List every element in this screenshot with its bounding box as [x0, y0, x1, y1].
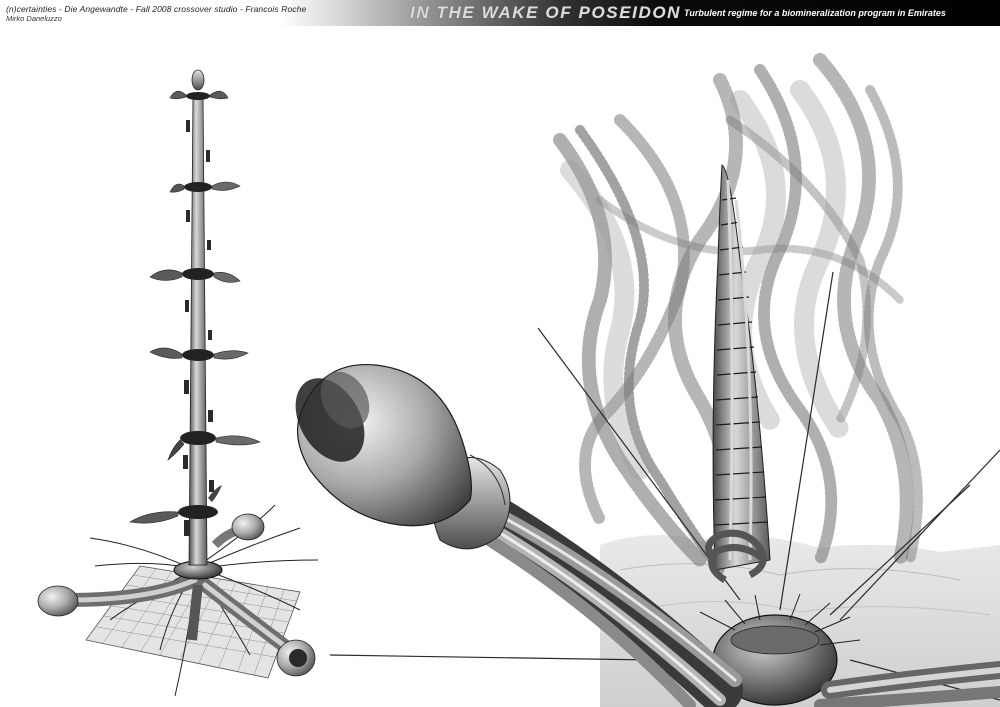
left-leg-bell	[37, 585, 79, 617]
tower-top-finial	[191, 69, 205, 91]
closeup-render	[295, 53, 1000, 707]
central-spire	[712, 164, 771, 571]
arm-pod	[231, 513, 265, 541]
tower-render	[37, 69, 319, 697]
render-scene	[37, 53, 1000, 707]
